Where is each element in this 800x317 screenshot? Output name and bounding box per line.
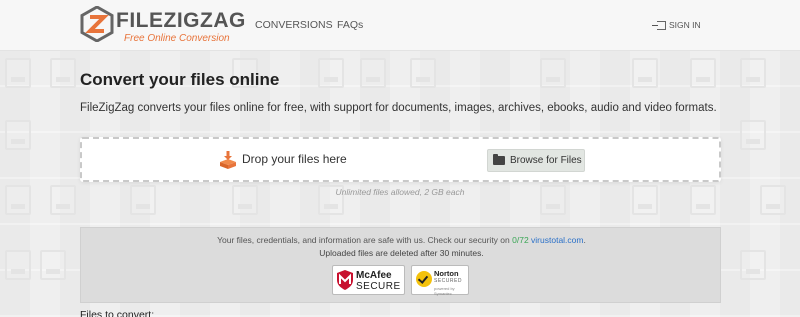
nav-conversions[interactable]: CONVERSIONS: [255, 19, 333, 31]
logo-tagline: Free Online Conversion: [124, 33, 230, 44]
nav-faqs[interactable]: FAQs: [337, 19, 363, 31]
folder-icon: [493, 154, 505, 165]
dropzone-label: Drop your files here: [242, 152, 347, 166]
norton-check-icon: [416, 271, 432, 287]
security-statement: Your files, credentials, and information…: [81, 235, 722, 245]
top-header: FILEZIGZAG Free Online Conversion CONVER…: [0, 0, 800, 51]
sign-in-label: SIGN IN: [669, 20, 701, 30]
mcafee-name: McAfee: [356, 270, 392, 281]
security-text: Your files, credentials, and information…: [217, 235, 513, 245]
upload-limits-text: Unlimited files allowed, 2 GB each: [335, 187, 465, 197]
norton-name: Norton: [434, 269, 459, 278]
norton-powered-by: powered by Symantec: [434, 286, 455, 296]
zigzag-logo-icon: [80, 6, 114, 42]
files-to-convert-heading: Files to convert:: [80, 309, 155, 317]
logo-wordmark: FILEZIGZAG: [116, 9, 246, 33]
logo-zigzag-text: ZIGZAG: [163, 9, 246, 32]
page-title: Convert your files online: [80, 70, 280, 89]
security-text-end: .: [583, 235, 586, 245]
mcafee-shield-icon: [337, 270, 353, 290]
download-box-icon: [220, 151, 236, 169]
norton-secured-label: SECURED: [434, 278, 462, 284]
sign-in-icon: [652, 20, 666, 30]
sign-in-link[interactable]: SIGN IN: [652, 20, 701, 30]
intro-text: FileZigZag converts your files online fo…: [80, 102, 717, 114]
security-panel: Your files, credentials, and information…: [80, 227, 721, 303]
browse-files-label: Browse for Files: [510, 155, 582, 166]
site-logo[interactable]: FILEZIGZAG Free Online Conversion: [80, 6, 250, 46]
logo-file-text: FILE: [116, 9, 164, 32]
mcafee-secure-badge[interactable]: McAfee SECURE: [332, 265, 405, 295]
norton-secured-badge[interactable]: Norton SECURED powered by Symantec: [411, 265, 469, 296]
virustotal-link[interactable]: virustotal.com: [531, 235, 583, 245]
deletion-notice: Uploaded files are deleted after 30 minu…: [319, 248, 484, 258]
mcafee-secure-label: SECURE: [356, 281, 401, 292]
virustotal-ratio: 0/72: [512, 235, 529, 245]
browse-files-button[interactable]: Browse for Files: [487, 149, 585, 172]
file-dropzone[interactable]: Drop your files here Browse for Files: [80, 137, 721, 182]
